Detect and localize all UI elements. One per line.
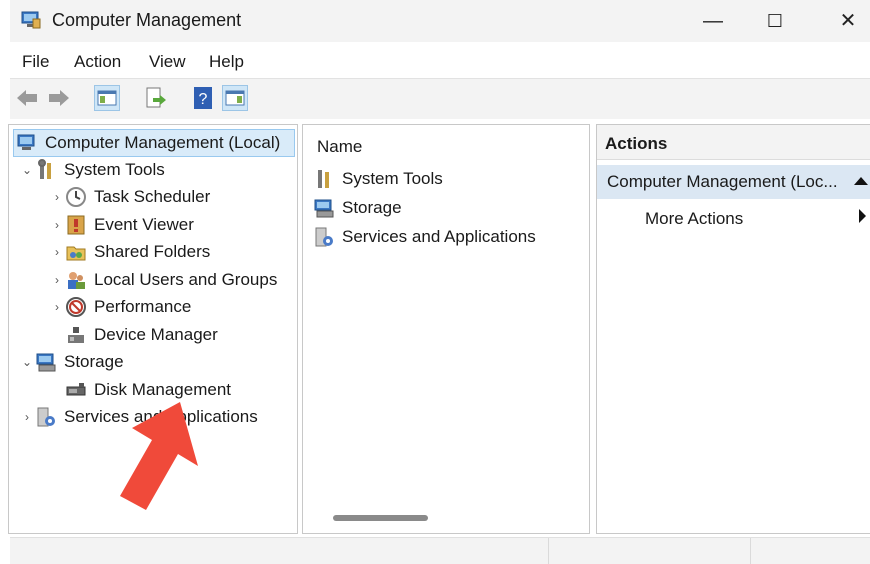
list-item-services-applications[interactable]: Services and Applications <box>313 224 536 250</box>
storage-icon <box>35 351 57 373</box>
tree-item-shared-folders[interactable]: › Shared Folders <box>49 239 210 265</box>
results-list-pane: Name System Tools Storage Services and A… <box>302 124 590 534</box>
tools-icon <box>35 159 57 181</box>
chevron-right-icon[interactable]: › <box>49 300 65 314</box>
close-button[interactable]: ✕ <box>833 8 863 34</box>
computer-icon <box>16 132 38 154</box>
actions-title: Actions <box>605 134 668 153</box>
tree-label: Local Users and Groups <box>94 270 278 289</box>
tree-label: Disk Management <box>94 380 232 399</box>
chevron-right-icon[interactable]: › <box>49 273 65 287</box>
list-label: Storage <box>342 198 402 217</box>
red-arrow-annotation <box>120 402 198 510</box>
tree-item-task-scheduler[interactable]: › Task Scheduler <box>49 184 210 210</box>
services-icon <box>35 406 57 428</box>
collapse-caret-icon[interactable] <box>854 177 868 185</box>
column-header-name[interactable]: Name <box>317 137 362 157</box>
actions-header: Actions <box>597 125 870 160</box>
menu-help[interactable]: Help <box>209 52 244 72</box>
svg-text:?: ? <box>199 91 208 108</box>
disk-management-icon <box>65 379 87 401</box>
tree-item-performance[interactable]: › Performance <box>49 294 191 320</box>
tools-icon <box>313 168 335 190</box>
list-label: System Tools <box>342 169 443 188</box>
chevron-right-icon[interactable]: › <box>49 218 65 232</box>
back-arrow-icon[interactable] <box>14 85 40 111</box>
chevron-down-icon[interactable]: ⌄ <box>19 163 35 177</box>
performance-icon <box>65 296 87 318</box>
submenu-caret-icon[interactable] <box>859 209 866 223</box>
tree-item-computer-management-local[interactable]: Computer Management (Local) <box>13 129 295 157</box>
tree-label: Task Scheduler <box>94 187 211 206</box>
tree-label: Device Manager <box>94 325 218 344</box>
actions-pane: Actions Computer Management (Loc... More… <box>596 124 870 534</box>
actions-section-computer-management[interactable]: Computer Management (Loc... <box>597 165 870 199</box>
tree-item-local-users-groups[interactable]: › Local Users and Groups <box>49 267 277 293</box>
window-title: Computer Management <box>52 10 242 30</box>
minimize-button[interactable]: — <box>698 8 728 34</box>
tree-item-device-manager[interactable]: Device Manager <box>65 322 218 348</box>
event-viewer-icon <box>65 214 87 236</box>
horizontal-scrollbar[interactable] <box>333 515 428 521</box>
list-label: Services and Applications <box>342 227 536 246</box>
menu-view[interactable]: View <box>149 52 186 72</box>
chevron-right-icon[interactable]: › <box>19 410 35 424</box>
more-actions-item[interactable]: More Actions <box>645 209 743 229</box>
tree-label: Performance <box>94 297 192 316</box>
tree-label: Storage <box>64 352 124 371</box>
tree-label: Computer Management (Local) <box>45 133 281 152</box>
tree-item-system-tools[interactable]: ⌄ System Tools <box>19 157 165 183</box>
show-hide-console-tree-icon[interactable] <box>94 85 120 111</box>
maximize-button[interactable]: ☐ <box>760 8 790 34</box>
tree-label: System Tools <box>64 160 165 179</box>
export-list-icon[interactable] <box>142 85 168 111</box>
clock-icon <box>65 186 87 208</box>
status-separator <box>750 538 751 564</box>
chevron-right-icon[interactable]: › <box>49 245 65 259</box>
computer-management-icon <box>20 10 42 30</box>
device-manager-icon <box>65 324 87 346</box>
tree-label: Shared Folders <box>94 242 211 261</box>
users-icon <box>65 269 87 291</box>
status-separator <box>548 538 549 564</box>
title-bar: Computer Management — ☐ ✕ <box>10 0 870 42</box>
forward-arrow-icon[interactable] <box>46 85 72 111</box>
chevron-right-icon[interactable]: › <box>49 190 65 204</box>
actions-section-label: Computer Management (Loc... <box>607 172 838 191</box>
status-bar <box>10 537 870 564</box>
menu-bar: File Action View Help <box>10 46 870 76</box>
menu-file[interactable]: File <box>22 52 49 72</box>
menu-action[interactable]: Action <box>74 52 121 72</box>
list-item-system-tools[interactable]: System Tools <box>313 166 443 192</box>
services-icon <box>313 226 335 248</box>
chevron-down-icon[interactable]: ⌄ <box>19 355 35 369</box>
help-icon[interactable]: ? <box>190 85 216 111</box>
tree-item-event-viewer[interactable]: › Event Viewer <box>49 212 194 238</box>
show-hide-action-pane-icon[interactable] <box>222 85 248 111</box>
tree-label: Event Viewer <box>94 215 194 234</box>
toolbar: ? <box>10 78 870 119</box>
shared-folder-icon <box>65 241 87 263</box>
list-item-storage[interactable]: Storage <box>313 195 402 221</box>
tree-item-storage[interactable]: ⌄ Storage <box>19 349 124 375</box>
storage-icon <box>313 197 335 219</box>
